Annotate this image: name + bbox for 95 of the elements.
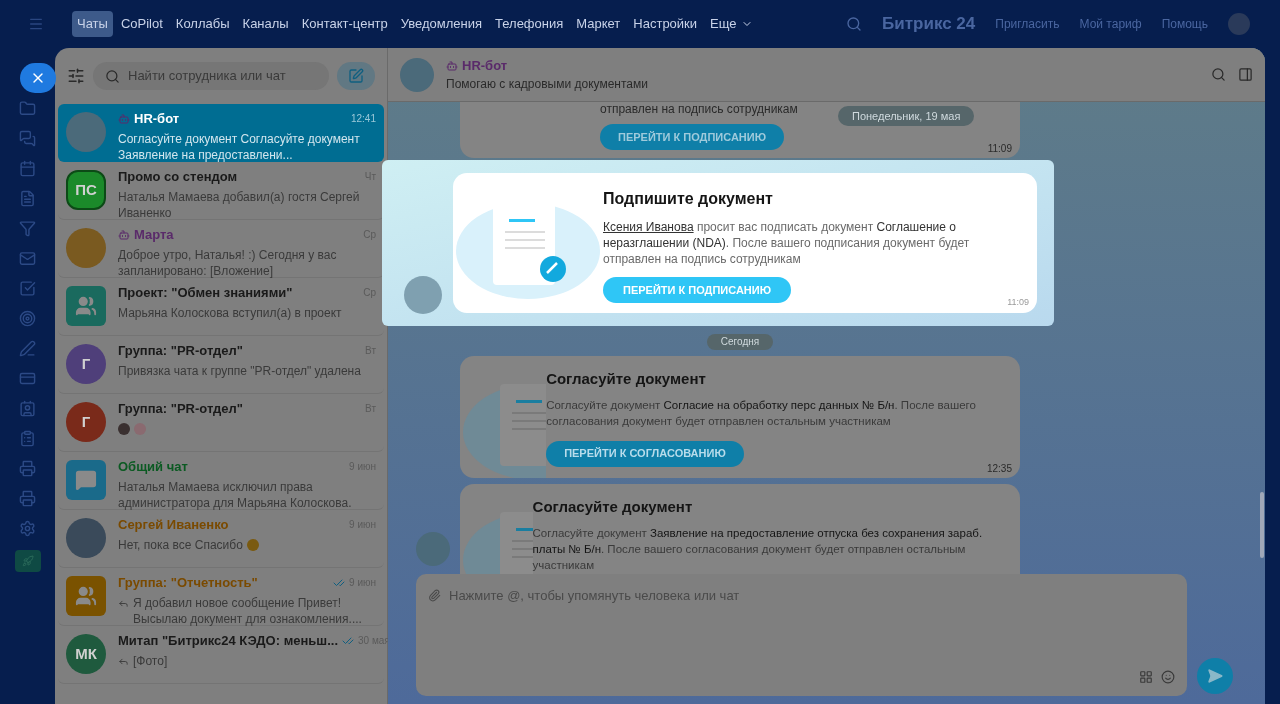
chat-name: Общий чат [118,458,188,476]
search-field[interactable]: Найти сотрудника или чат [93,62,329,90]
avatar: Г [66,402,106,442]
date-chip: Сегодня [706,334,774,350]
sidebar-icon[interactable] [19,190,36,207]
message-preview: Согласуйте документ Согласуйте документ Заявление на предоставлени... [118,130,361,163]
sidebar-icon[interactable] [19,130,36,147]
message-time: 12:35 [986,462,1012,476]
sidebar-icon[interactable] [19,280,36,297]
filter-icon[interactable] [67,67,85,85]
chat-title: HR-бот [462,56,508,75]
avatar: Г [66,344,106,384]
header-link[interactable]: Помощь [1161,15,1208,33]
chat-time: 12:41 [350,112,376,127]
menu-icon[interactable] [28,16,44,32]
chat-name: HR-бот [134,110,180,128]
sidebar-icon[interactable] [19,370,36,387]
message-text: отправлен на подпись сотрудникам [600,102,798,118]
avatar: ПС [66,170,106,210]
chat-name: Марта [134,226,174,244]
header-link[interactable]: Мой тариф [1079,15,1142,33]
logo: Битрикс 24 [882,13,976,36]
message-preview: Привязка чата к группе "PR-отдел" удалена [118,362,361,379]
avatar: МК [66,634,106,674]
chat-list-item[interactable]: HR-бот 12:41 Согласуйте документ Согласуйте документ Заявление на предоставлени... [58,104,384,162]
author-link[interactable]: Ксения Иванова [603,220,694,234]
message-text: Ксения Иванова просит вас подписать документ Соглашение о неразглашении (NDA). После вашего подписания документ будет отправлен на подпись сотрудникам [603,219,971,267]
message-preview: Я добавил новое сообщение Привет! Высылаю документ для ознакомления.... [133,594,363,627]
rocket-button[interactable] [14,550,41,572]
nav-tab[interactable]: Контакт-центр [296,11,393,37]
bot-avatar-placeholder [416,532,450,566]
header-link[interactable]: Пригласить [995,15,1060,33]
send-icon [1207,668,1223,684]
bot-avatar-placeholder [404,276,442,314]
chat-name: Группа: "PR-отдел" [118,342,244,360]
search-input[interactable]: Найти сотрудника или чат [128,66,317,86]
sidebar-icon[interactable] [19,160,36,177]
search-icon[interactable] [846,16,863,32]
chat-name: Группа: "Отчетность" [118,574,258,592]
nav-tab[interactable]: Маркет [571,11,626,37]
chat-name: Промо со стендом [118,168,238,186]
message-text: Согласуйте документ Согласие на обработку перс данных № Б/н. После вашего согласования документ будет отправлен остальным участникам [546,397,977,429]
emoji-icon[interactable] [1161,670,1175,684]
message-preview: Доброе утро, Наталья! :) Сегодня у вас запланировано: [Вложение] [118,246,338,279]
sidebar-icon[interactable] [19,220,36,237]
message-text: Согласуйте документ Заявление на предоставление отпуска без сохранения зараб. платы № Б/н. После вашего согласования документ будет отправлен остальным участникам [532,525,984,573]
sidebar-icon[interactable] [19,490,36,507]
rocket-icon [21,555,34,567]
nav-tab[interactable]: Настройки [628,11,703,37]
sidebar-icon[interactable] [19,340,36,357]
chat-name: Сергей Иваненко [118,516,229,534]
sidebar-icon[interactable] [19,310,36,327]
chat-name: Группа: "PR-отдел" [118,400,244,418]
message-preview: Наталья Мамаева добавил(а) гостя Сергей Иваненко [118,188,361,221]
nav-tab[interactable]: Каналы [237,11,294,37]
chat-name: Митап "Битрикс24 КЭДО: меньш... [118,632,338,650]
close-button[interactable] [20,63,56,93]
nav-tab[interactable]: Уведомления [395,11,488,37]
nav-tab[interactable]: Коллабы [170,11,235,37]
sidebar-icon[interactable] [19,430,36,447]
search-icon [105,68,120,84]
message-time: 11:09 [1007,295,1029,309]
sidebar-icon[interactable] [19,100,36,117]
message-preview: [Фото] [133,652,168,669]
approve-button[interactable]: ПЕРЕЙТИ К СОГЛАСОВАНИЮ [546,440,744,467]
sidebar-icon[interactable] [19,250,36,267]
chat-name: Проект: "Обмен знаниями" [118,284,293,302]
sidebar-toggle-icon[interactable] [1238,67,1253,82]
user-avatar[interactable] [1228,13,1250,35]
card-title: Согласуйте документ [546,369,707,389]
scrollbar [1260,492,1264,558]
search-icon[interactable] [1211,67,1226,82]
bot-icon [446,59,458,72]
card-title: Согласуйте документ [532,497,694,517]
nav-tab[interactable]: Еще [705,11,758,37]
user-avatar [118,422,130,435]
message-preview: Марьяна Колоскова вступил(а) в проект [118,304,342,321]
bot-avatar-placeholder [400,57,434,92]
nav-tab[interactable]: Чаты [72,11,113,37]
settings-icon[interactable] [19,520,36,537]
attach-icon[interactable] [428,589,441,603]
card-title: Подпишите документ [603,189,774,209]
chat-status: Помогаю с кадровыми документами [446,76,648,94]
message-time: 11:09 [987,142,1012,156]
message-preview: Наталья Мамаева исключил права администратора для Марьяна Колоскова. [118,478,353,511]
new-chat-button[interactable] [337,62,375,90]
message-preview: Нет, пока все Спасибо [118,536,243,553]
nav-tab[interactable]: Телефония [490,11,569,37]
date-chip: Понедельник, 19 мая [838,106,975,126]
send-button[interactable] [1197,658,1233,694]
sidebar-icon[interactable] [19,400,36,417]
sidebar-icon[interactable] [19,460,36,477]
nav-tab[interactable]: CoPilot [115,11,168,37]
apps-icon[interactable] [1139,670,1153,684]
pencil-icon [348,68,364,84]
